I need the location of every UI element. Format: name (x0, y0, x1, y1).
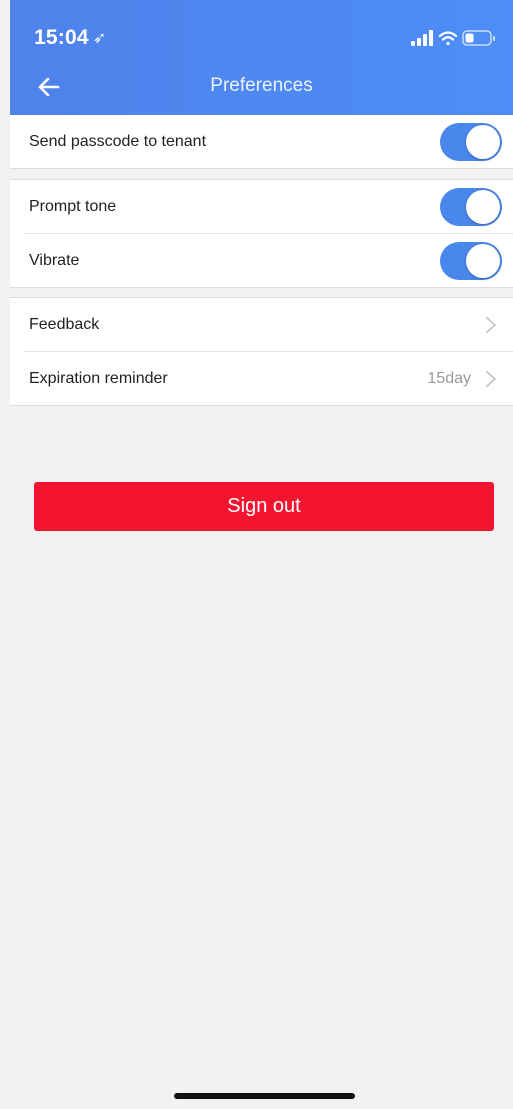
home-indicator[interactable] (174, 1093, 355, 1099)
status-icons (411, 28, 499, 48)
setting-row-prompt-tone: Prompt tone (10, 180, 513, 234)
status-icons-svg (411, 30, 495, 46)
setting-label-expiration-reminder: Expiration reminder (29, 370, 168, 387)
setting-label-send-passcode: Send passcode to tenant (29, 133, 207, 150)
nav-header: 15:04 ➶ Preferences (10, 0, 513, 115)
status-bar-time: 15:04 ➶ (34, 26, 106, 50)
section-separator (10, 168, 513, 169)
chevron-right-icon (486, 371, 496, 387)
setting-row-expiration-reminder[interactable]: Expiration reminder 15day (10, 352, 513, 406)
app-screen: 15:04 ➶ Preferences Send passcode to ten… (10, 0, 513, 1109)
cellular-signal-icon (411, 30, 433, 46)
toggle-knob (466, 125, 500, 159)
expiration-reminder-value: 15day (427, 370, 471, 387)
status-time-text: 15:04 (34, 26, 89, 49)
setting-row-feedback[interactable]: Feedback (10, 298, 513, 352)
setting-row-send-passcode: Send passcode to tenant (10, 115, 513, 169)
toggle-knob (466, 244, 500, 278)
setting-label-vibrate: Vibrate (29, 252, 80, 269)
battery-icon (462, 30, 495, 46)
section-separator (10, 405, 513, 406)
toggle-knob (466, 190, 500, 224)
prompt-tone-toggle[interactable] (440, 188, 502, 226)
setting-label-feedback: Feedback (29, 316, 100, 333)
sign-out-button[interactable]: Sign out (34, 482, 494, 531)
vibrate-toggle[interactable] (440, 242, 502, 280)
location-arrow-icon: ➶ (92, 30, 107, 47)
send-passcode-toggle[interactable] (440, 123, 502, 161)
section-separator (10, 287, 513, 288)
wifi-icon (438, 31, 458, 46)
page-title: Preferences (210, 75, 313, 96)
chevron-right-icon (486, 317, 496, 333)
setting-row-vibrate: Vibrate (10, 234, 513, 288)
setting-label-prompt-tone: Prompt tone (29, 198, 117, 215)
